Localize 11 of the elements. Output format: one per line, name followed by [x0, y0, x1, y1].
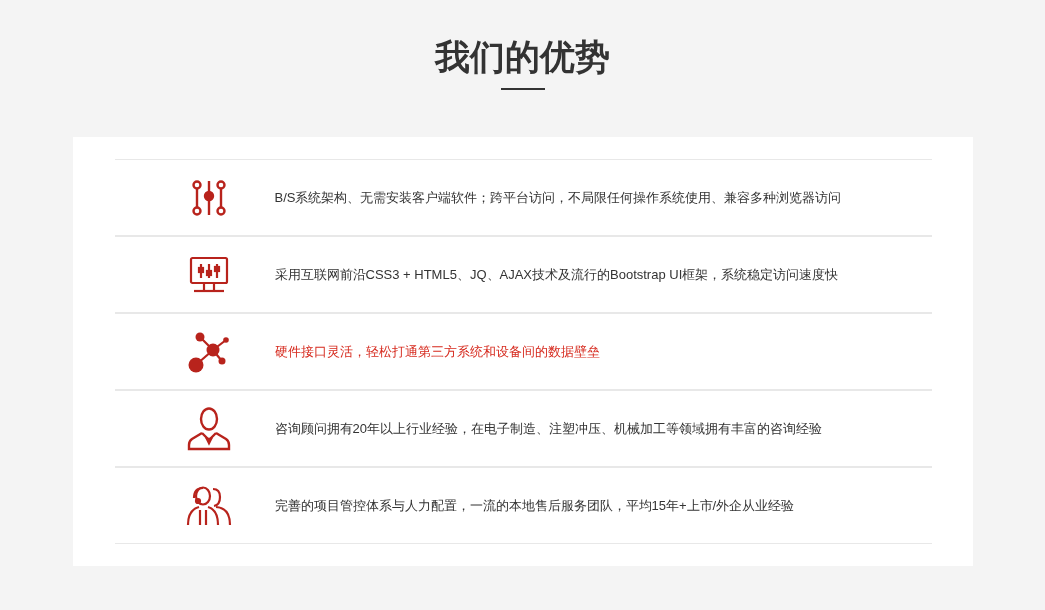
section-title: 我们的优势: [435, 36, 610, 79]
feature-text: 咨询顾问拥有20年以上行业经验，在电子制造、注塑冲压、机械加工等领域拥有丰富的咨询经验: [274, 419, 822, 438]
monitor-icon: [188, 255, 229, 294]
sliders-icon: [189, 179, 228, 216]
feature-text: B/S系统架构、无需安装客户端软件；跨平台访问，不局限任何操作系统使用、兼容多种浏览器访问: [274, 188, 842, 207]
person-icon: [186, 406, 231, 451]
title-underline: [500, 88, 545, 90]
feature-text: 硬件接口灵活，轻松打通第三方系统和设备间的数据壁垒: [274, 342, 600, 361]
feature-text: 采用互联网前沿CSS3 + HTML5、JQ、AJAX技术及流行的Bootstrap UI框架，系统稳定访问速度快: [274, 265, 839, 284]
group-icon: [185, 485, 232, 526]
feature-text: 完善的项目管控体系与人力配置，一流的本地售后服务团队，平均15年+上市/外企从业经验: [274, 496, 795, 515]
